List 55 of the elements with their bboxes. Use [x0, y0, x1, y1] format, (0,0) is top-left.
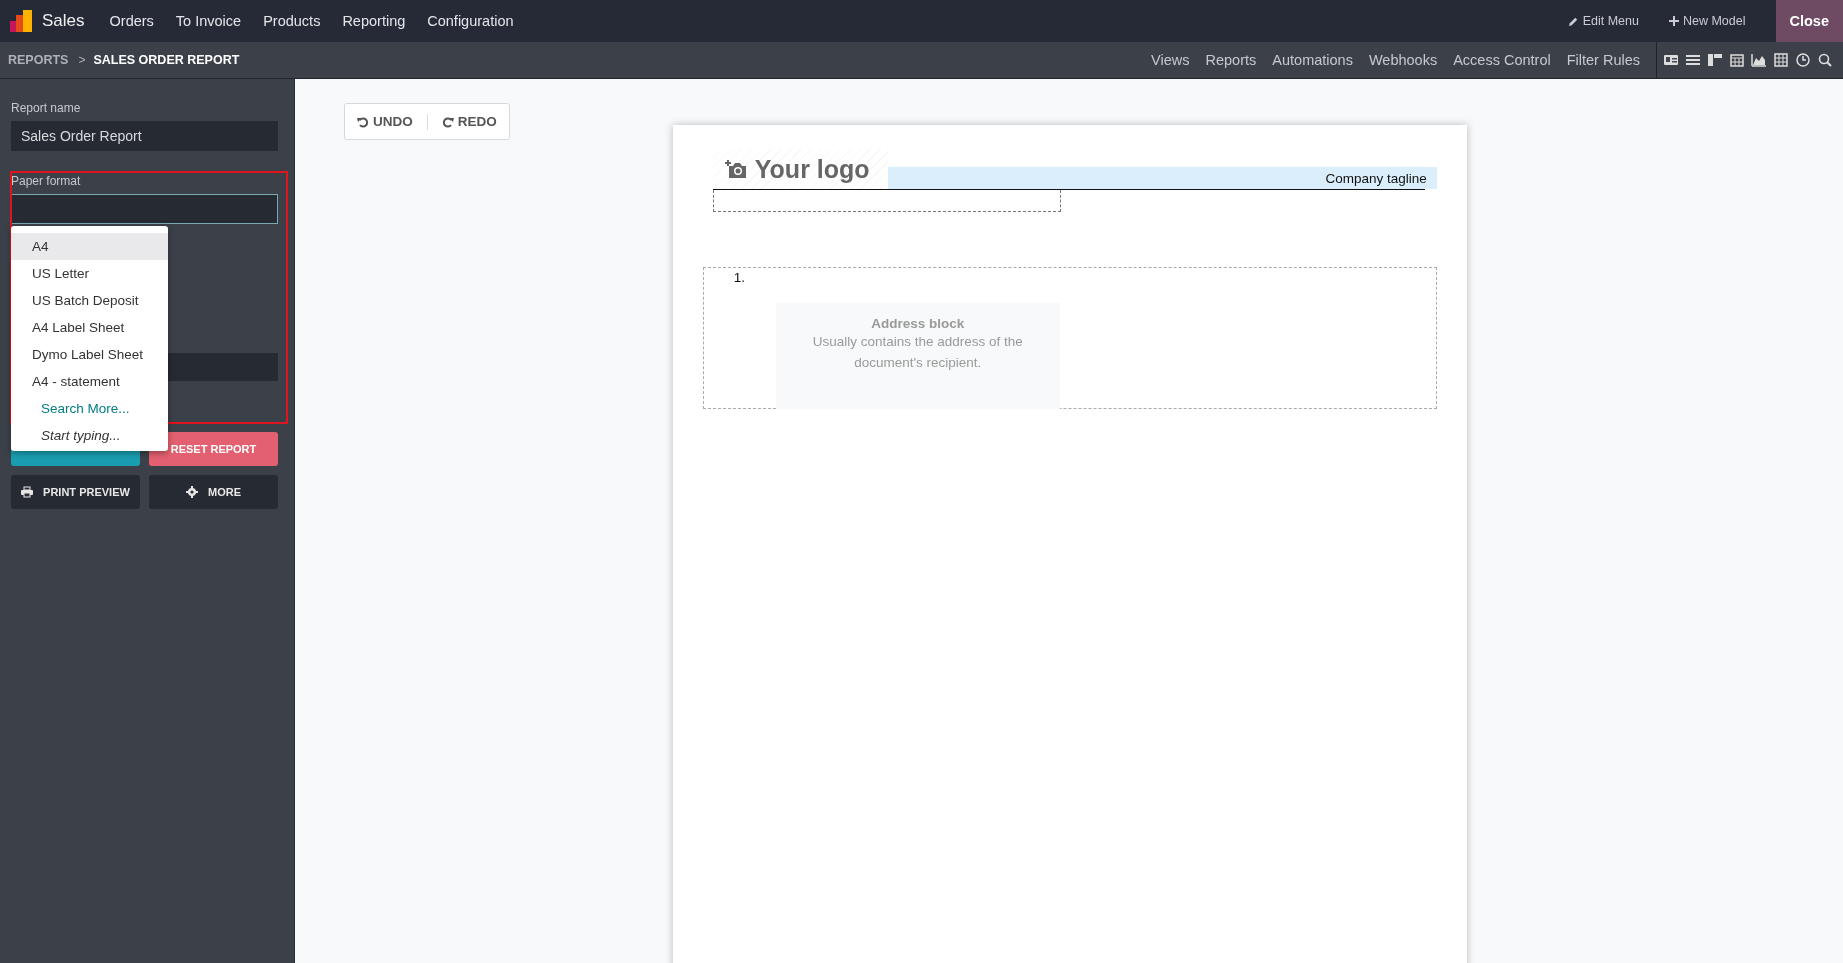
close-button[interactable]: Close — [1775, 0, 1843, 42]
dropdown-option[interactable]: Dymo Label Sheet — [11, 341, 168, 368]
menu-item[interactable]: To Invoice — [164, 13, 253, 29]
breadcrumb-item: SALES ORDER REPORT — [93, 53, 240, 67]
address-block-text: Usually contains the address of the document's recipient. — [811, 333, 1024, 372]
search-more-link[interactable]: Search More... — [11, 395, 168, 422]
menu-item[interactable]: Configuration — [416, 13, 525, 29]
printer-icon — [21, 486, 34, 498]
studio-tab[interactable]: Reports — [1197, 52, 1265, 68]
camera-icon — [724, 159, 747, 179]
list-number: 1. — [733, 270, 746, 285]
settings-icon — [186, 486, 198, 498]
calendar-icon[interactable] — [1729, 52, 1745, 68]
pencil-icon — [1567, 15, 1579, 27]
redo-icon — [441, 115, 454, 128]
app-name[interactable]: Sales — [42, 11, 85, 31]
menu-item[interactable]: Orders — [98, 13, 165, 29]
field-label: Paper format — [11, 174, 82, 188]
studio-tab[interactable]: Access Control — [1445, 52, 1559, 68]
clock-icon[interactable] — [1795, 52, 1811, 68]
dropdown-option[interactable]: US Batch Deposit — [11, 287, 168, 314]
menu-item[interactable]: Reporting — [331, 13, 417, 29]
chart-icon[interactable] — [1751, 52, 1767, 68]
studio-tab[interactable]: Views — [1143, 52, 1198, 68]
dropdown-option[interactable]: A4 — [11, 233, 168, 260]
dropdown-option[interactable]: A4 - statement — [11, 368, 168, 395]
address-block-title: Address block — [871, 316, 965, 331]
undo-button[interactable]: UNDO — [349, 114, 421, 129]
menu-item[interactable]: Products — [252, 13, 332, 29]
edit-menu-link[interactable]: Edit Menu — [1567, 14, 1639, 28]
studio-tab[interactable]: Webhooks — [1360, 52, 1446, 68]
print-preview-button[interactable]: PRINT PREVIEW — [11, 475, 140, 509]
logo-placeholder[interactable]: Your logo — [712, 149, 888, 189]
dropdown-option[interactable]: US Letter — [11, 260, 168, 287]
start-typing-hint: Start typing... — [40, 427, 122, 445]
card-icon[interactable] — [1663, 52, 1679, 68]
plus-icon — [1668, 16, 1679, 26]
report-name-field[interactable]: Sales Order Report — [11, 121, 278, 151]
paper-format-field[interactable] — [11, 194, 278, 224]
list-icon[interactable] — [1685, 52, 1701, 68]
redo-button[interactable]: REDO — [433, 114, 505, 129]
breadcrumb-separator: > — [78, 53, 86, 67]
undo-icon — [357, 115, 369, 128]
search-icon[interactable] — [1817, 52, 1833, 68]
studio-tab[interactable]: Filter Rules — [1558, 52, 1648, 68]
breadcrumb-item[interactable]: REPORTS — [8, 53, 69, 67]
studio-tab[interactable]: Automations — [1264, 52, 1361, 68]
more-button[interactable]: MORE — [149, 475, 278, 509]
company-tagline: Company tagline — [887, 167, 1437, 189]
app-logo-icon — [10, 10, 34, 32]
new-model-link[interactable]: New Model — [1668, 14, 1746, 28]
table-icon[interactable] — [1773, 52, 1789, 68]
field-label: Report name — [11, 101, 82, 115]
kanban-icon[interactable] — [1707, 52, 1723, 68]
dropdown-option[interactable]: A4 Label Sheet — [11, 314, 168, 341]
